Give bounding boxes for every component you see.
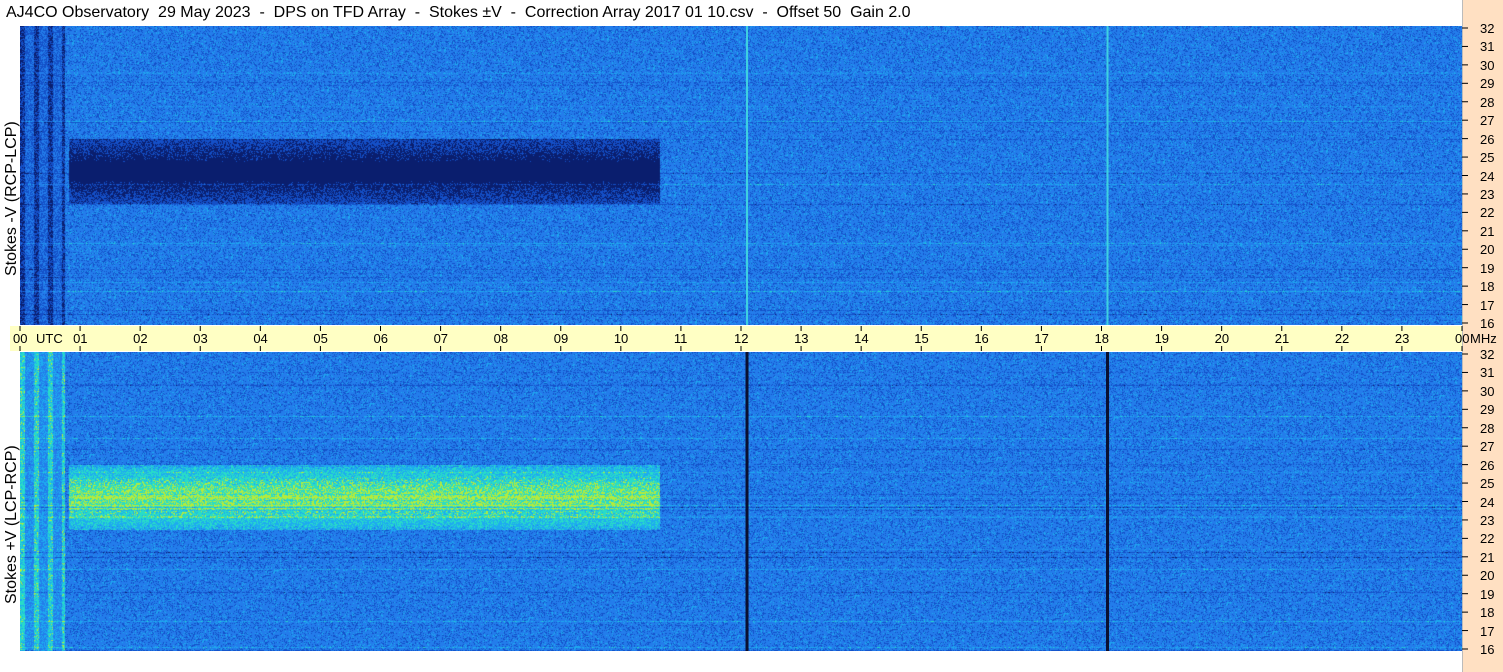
axes-overlay (19, 26, 1468, 651)
